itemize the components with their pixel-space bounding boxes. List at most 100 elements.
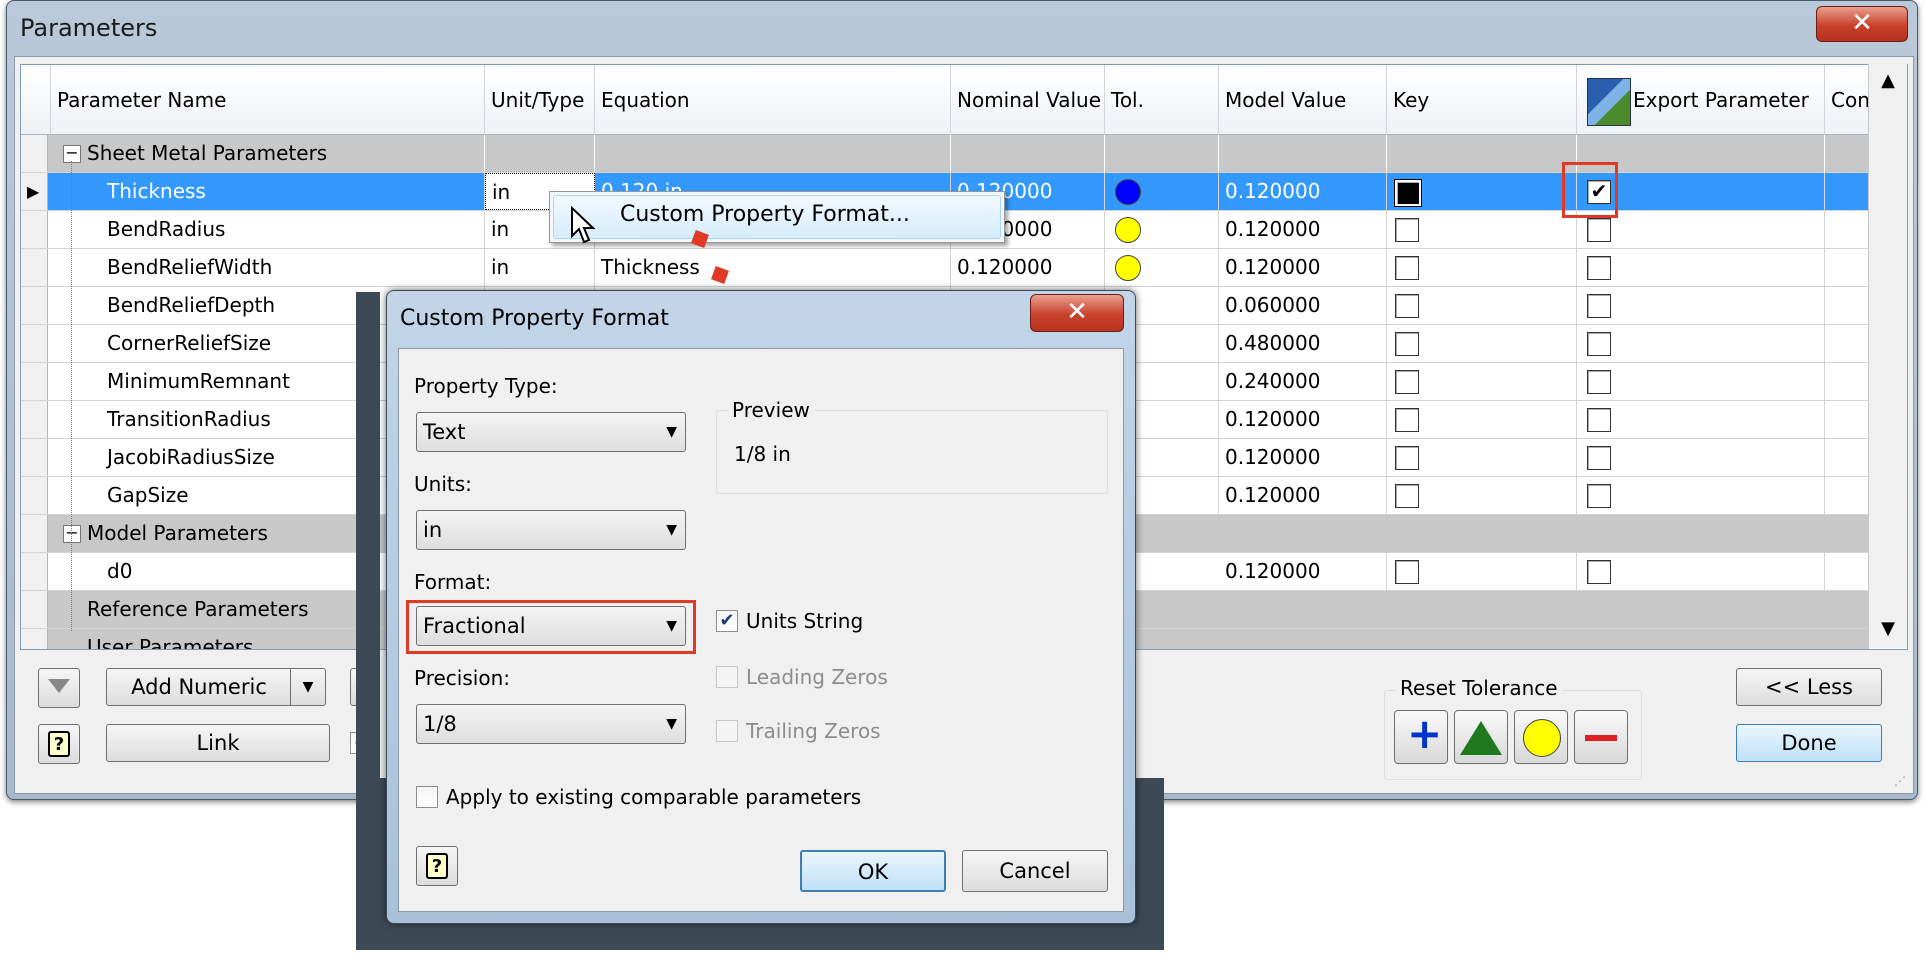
apply-existing-label: Apply to existing comparable parameters [446, 785, 862, 809]
key-cell[interactable] [1387, 325, 1577, 362]
export-parameter-icon [1587, 77, 1631, 126]
grid-vertical-scrollbar[interactable]: ▲ ▼ [1868, 64, 1907, 648]
cancel-button[interactable]: Cancel [962, 850, 1108, 892]
key-cell[interactable] [1387, 439, 1577, 476]
plus-icon: + [1407, 709, 1443, 758]
key-checkbox[interactable] [1395, 332, 1419, 356]
precision-value: 1/8 [423, 712, 457, 736]
column-header-model-value[interactable]: Model Value [1219, 65, 1387, 135]
done-button[interactable]: Done [1736, 724, 1882, 762]
export-cell[interactable] [1577, 249, 1825, 286]
reset-tolerance-label: Reset Tolerance [1396, 676, 1562, 700]
parameter-name[interactable]: BendReliefWidth [101, 249, 485, 286]
export-checkbox[interactable] [1587, 446, 1611, 470]
export-cell[interactable] [1577, 439, 1825, 476]
key-checkbox[interactable] [1395, 370, 1419, 394]
row-header [21, 591, 48, 628]
key-checkbox[interactable] [1395, 294, 1419, 318]
export-checkbox[interactable] [1587, 484, 1611, 508]
property-type-label: Property Type: [414, 374, 558, 398]
leading-zeros-checkbox[interactable] [716, 666, 738, 688]
row-header-corner [21, 65, 51, 135]
resize-grip-icon[interactable]: ⋰ [1894, 774, 1906, 788]
key-cell[interactable] [1387, 173, 1577, 210]
column-header-equation[interactable]: Equation [595, 65, 951, 135]
table-row[interactable]: BendReliefWidth in Thickness 0.120000 0.1200… [21, 249, 1869, 287]
export-checkbox[interactable] [1587, 370, 1611, 394]
link-button[interactable]: Link [106, 724, 330, 762]
key-cell[interactable] [1387, 287, 1577, 324]
key-checkbox[interactable] [1395, 484, 1419, 508]
export-cell[interactable] [1577, 477, 1825, 514]
row-header [21, 363, 48, 400]
tol-cell[interactable] [1105, 249, 1219, 286]
tol-cell[interactable] [1105, 173, 1219, 210]
export-checkbox[interactable] [1587, 560, 1611, 584]
minus-icon [1585, 735, 1617, 741]
tol-cell[interactable] [1105, 211, 1219, 248]
key-cell[interactable] [1387, 249, 1577, 286]
unit-cell[interactable]: in [485, 249, 595, 286]
filter-button[interactable] [38, 668, 80, 708]
collapse-icon[interactable]: − [63, 525, 81, 543]
key-checkbox[interactable] [1395, 560, 1419, 584]
row-header [21, 401, 48, 438]
trailing-zeros-checkbox[interactable] [716, 720, 738, 742]
export-parameter-label: Export Parameter [1633, 88, 1809, 112]
export-cell[interactable] [1577, 287, 1825, 324]
column-header-nominal-value[interactable]: Nominal Value [951, 65, 1105, 135]
ok-button[interactable]: OK [800, 850, 946, 892]
median-tolerance-button[interactable] [1454, 710, 1508, 764]
scroll-up-icon[interactable]: ▲ [1869, 64, 1907, 98]
column-header-unit-type[interactable]: Unit/Type [485, 65, 595, 135]
triangle-icon [1460, 721, 1502, 755]
nominal-tolerance-button[interactable] [1514, 710, 1568, 764]
model-value-cell: 0.120000 [1219, 173, 1387, 210]
parameter-name[interactable]: BendRadius [101, 211, 485, 248]
property-type-select[interactable]: Text ▼ [416, 412, 686, 452]
parameter-name[interactable]: Thickness [101, 173, 485, 210]
less-button[interactable]: << Less [1736, 668, 1882, 706]
help-button[interactable]: ? [38, 724, 80, 764]
export-checkbox[interactable] [1587, 256, 1611, 280]
export-checkbox[interactable] [1587, 332, 1611, 356]
export-cell[interactable] [1577, 325, 1825, 362]
row-header [21, 629, 48, 649]
tree-connector [71, 161, 72, 631]
upper-tolerance-button[interactable]: + [1394, 709, 1448, 764]
window-close-button[interactable]: ✕ [1816, 6, 1908, 42]
key-cell[interactable] [1387, 401, 1577, 438]
dialog-close-button[interactable]: ✕ [1030, 294, 1124, 332]
column-header-key[interactable]: Key [1387, 65, 1577, 135]
key-cell[interactable] [1387, 363, 1577, 400]
column-header-export-parameter[interactable]: Export Parameter [1577, 65, 1825, 135]
precision-select[interactable]: 1/8 ▼ [416, 704, 686, 744]
key-cell[interactable] [1387, 477, 1577, 514]
key-checkbox[interactable] [1395, 218, 1419, 242]
export-checkbox[interactable] [1587, 408, 1611, 432]
export-cell[interactable] [1577, 363, 1825, 400]
dropdown-arrow-icon[interactable]: ▼ [290, 669, 325, 705]
add-numeric-button[interactable]: Add Numeric ▼ [106, 668, 326, 706]
key-checkbox[interactable] [1395, 256, 1419, 280]
export-checkbox[interactable] [1587, 294, 1611, 318]
apply-existing-checkbox[interactable] [416, 786, 438, 808]
units-string-checkbox[interactable]: ✔ [716, 610, 738, 632]
export-cell[interactable] [1577, 401, 1825, 438]
lower-tolerance-button[interactable] [1574, 710, 1628, 764]
column-header-parameter-name[interactable]: Parameter Name [51, 65, 485, 135]
row-header [21, 287, 48, 324]
key-checkbox[interactable] [1395, 408, 1419, 432]
key-cell[interactable] [1387, 211, 1577, 248]
scroll-down-icon[interactable]: ▼ [1869, 612, 1907, 646]
tolerance-nominal-icon [1115, 217, 1141, 243]
key-checkbox[interactable] [1394, 179, 1422, 207]
row-header [21, 515, 48, 552]
column-header-tol[interactable]: Tol. [1105, 65, 1219, 135]
units-select[interactable]: in ▼ [416, 510, 686, 550]
export-checkbox[interactable] [1587, 218, 1611, 242]
collapse-icon[interactable]: − [63, 145, 81, 163]
chevron-down-icon: ▼ [666, 424, 677, 440]
dialog-help-button[interactable]: ? [416, 846, 458, 886]
key-checkbox[interactable] [1395, 446, 1419, 470]
